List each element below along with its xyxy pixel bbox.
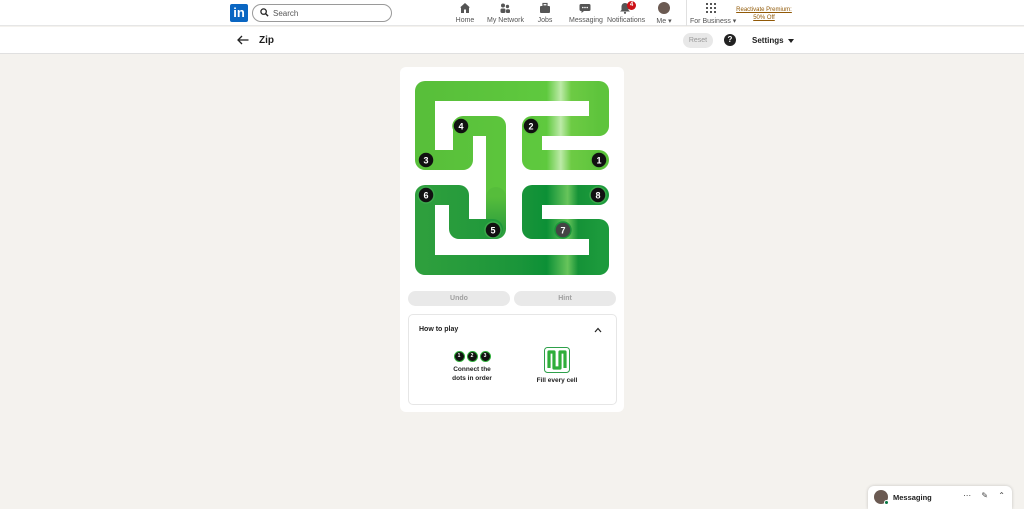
nav-home[interactable]: Home xyxy=(452,2,478,24)
dot-3[interactable]: 3 xyxy=(417,151,435,169)
settings-menu[interactable]: Settings xyxy=(752,36,794,45)
briefcase-icon xyxy=(540,2,550,13)
help-icon[interactable]: ? xyxy=(724,34,736,46)
nav-my-network[interactable]: My Network xyxy=(487,2,524,24)
nav-for-business-label: For Business xyxy=(690,18,731,25)
messaging-label: Messaging xyxy=(893,493,932,502)
dot-6-label: 6 xyxy=(423,191,428,201)
hint-button[interactable]: Hint xyxy=(514,291,616,306)
dot-8[interactable]: 8 xyxy=(589,186,607,204)
nav-my-network-label: My Network xyxy=(487,17,524,24)
reactivate-premium-link[interactable]: Reactivate Premium: 50% Off xyxy=(736,6,792,22)
how-to-play-panel: How to play 1 2 3 Connect the dots in or… xyxy=(408,314,617,405)
home-icon xyxy=(460,3,470,13)
dot-5[interactable]: 5 xyxy=(484,221,502,239)
premium-line-1: Reactivate Premium: xyxy=(736,7,792,13)
path-5-to-8 xyxy=(415,185,609,275)
nav-jobs[interactable]: Jobs xyxy=(535,2,555,24)
dot-5-label: 5 xyxy=(490,226,495,236)
grid-icon xyxy=(706,3,716,13)
rule-fill-text: Fill every cell xyxy=(536,377,578,384)
online-status-dot xyxy=(884,500,889,505)
rule-fill-cells: Fill every cell xyxy=(531,347,583,386)
dot-1-label: 1 xyxy=(596,156,601,166)
example-dot-3: 3 xyxy=(479,351,491,362)
nav-me-label-wrap: Me ▾ xyxy=(656,18,672,25)
dot-3-label: 3 xyxy=(423,156,428,166)
nav-home-label: Home xyxy=(455,17,475,24)
page-title: Zip xyxy=(259,35,274,46)
dot-4[interactable]: 4 xyxy=(452,117,470,135)
caret-down-icon xyxy=(787,38,794,43)
game-header: Zip Reset ? Settings xyxy=(0,27,1024,54)
undo-button[interactable]: Undo xyxy=(408,291,510,306)
premium-line-2: 50% Off xyxy=(753,15,775,21)
nav-for-business[interactable]: For Business ▾ xyxy=(690,2,737,25)
dot-7-label: 7 xyxy=(560,226,565,236)
example-dots: 1 2 3 xyxy=(447,351,497,362)
compose-icon[interactable]: ✎ xyxy=(981,491,988,500)
fill-grid-icon xyxy=(544,347,570,373)
chat-icon xyxy=(579,4,591,13)
rule-connect-dots: 1 2 3 Connect the dots in order xyxy=(447,351,497,383)
top-navbar: in Search Home My Network Jobs Messaging… xyxy=(0,0,1024,26)
dot-8-label: 8 xyxy=(595,191,600,201)
nav-me-label: Me xyxy=(656,18,667,25)
rule-connect-text: Connect the dots in order xyxy=(447,366,497,383)
example-dot-1: 1 xyxy=(453,351,465,362)
reset-button[interactable]: Reset xyxy=(683,33,713,48)
dot-1[interactable]: 1 xyxy=(590,151,608,169)
dot-4-label: 4 xyxy=(458,122,463,132)
messaging-actions: ⋯ ✎ ⌃ xyxy=(955,491,1005,500)
nav-notifications[interactable]: 4 Notifications xyxy=(607,1,646,24)
nav-me[interactable]: Me ▾ xyxy=(654,2,674,25)
example-dot-2: 2 xyxy=(466,351,478,362)
zip-board[interactable]: 1 2 3 4 5 6 7 8 xyxy=(413,79,611,276)
settings-label: Settings xyxy=(752,36,784,45)
nav-messaging[interactable]: Messaging xyxy=(569,2,603,24)
how-to-play-title: How to play xyxy=(419,326,459,333)
dot-7[interactable]: 7 xyxy=(554,221,572,239)
nav-divider xyxy=(686,0,687,26)
more-icon[interactable]: ⋯ xyxy=(963,491,971,500)
dot-2[interactable]: 2 xyxy=(522,117,540,135)
rule-connect-line-2: dots in order xyxy=(452,374,492,382)
rule-connect-line-1: Connect the xyxy=(453,366,491,373)
search-placeholder: Search xyxy=(273,9,299,18)
avatar xyxy=(658,2,670,14)
linkedin-logo[interactable]: in xyxy=(230,4,248,22)
messaging-bar[interactable]: Messaging ⋯ ✎ ⌃ xyxy=(868,486,1012,509)
chevron-up-icon[interactable] xyxy=(594,327,602,333)
dot-6[interactable]: 6 xyxy=(417,186,435,204)
nav-for-business-label-wrap: For Business ▾ xyxy=(690,18,737,25)
notification-badge: 4 xyxy=(627,1,636,10)
search-input[interactable]: Search xyxy=(252,4,392,22)
search-icon xyxy=(260,8,269,17)
dot-2-label: 2 xyxy=(528,122,533,132)
network-icon xyxy=(500,3,510,13)
chevron-up-icon[interactable]: ⌃ xyxy=(998,491,1005,500)
nav-notifications-label: Notifications xyxy=(607,17,646,24)
back-arrow-icon[interactable] xyxy=(237,35,249,45)
nav-jobs-label: Jobs xyxy=(537,17,553,24)
nav-messaging-label: Messaging xyxy=(569,17,603,24)
game-card: 1 2 3 4 5 6 7 8 Undo Hint How to play 1 … xyxy=(400,67,624,412)
